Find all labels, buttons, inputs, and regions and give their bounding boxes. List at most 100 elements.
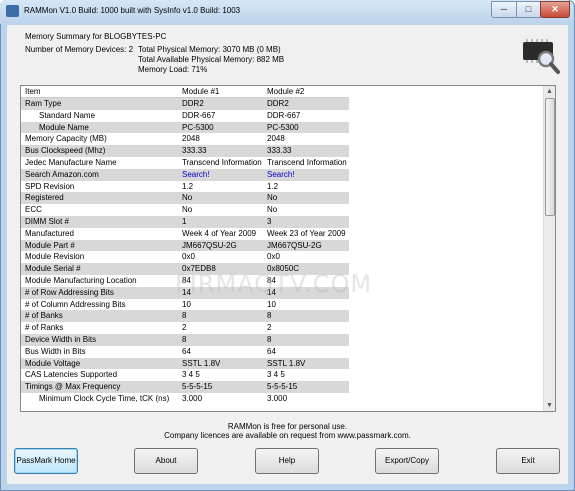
- module-1-value: 5-5-5-15: [182, 382, 213, 392]
- column-header-module-1[interactable]: Module #1: [182, 86, 267, 98]
- minimize-button[interactable]: ─: [491, 1, 517, 18]
- table-row[interactable]: Module Part # JM667QSU-2G JM667QSU-2G: [21, 239, 349, 252]
- maximize-button[interactable]: □: [516, 1, 541, 18]
- module-1-value: PC-5300: [182, 122, 214, 132]
- window-title: RAMMon V1.0 Build: 1000 built with SysIn…: [24, 6, 241, 15]
- module-2-value: SSTL 1.8V: [267, 358, 306, 368]
- module-2-value: No: [267, 205, 278, 215]
- row-item-label: # of Column Addressing Bits: [25, 299, 126, 309]
- summary-title: Memory Summary for BLOGBYTES-PC: [25, 32, 167, 41]
- table-row[interactable]: # of Banks 8 8: [21, 310, 349, 323]
- module-1-value: 8: [182, 335, 187, 344]
- module-2-value: 8: [267, 311, 272, 321]
- grid-header-row: Item Module #1 Module #2: [21, 86, 349, 98]
- passmark-home-button[interactable]: PassMark Home: [14, 448, 78, 474]
- row-item-label: Timings @ Max Frequency: [25, 382, 121, 392]
- summary-values: Total Physical Memory: 3070 MB (0 MB) To…: [138, 45, 284, 75]
- row-item-label: SPD Revision: [25, 181, 75, 191]
- module-1-value: JM667QSU-2G: [182, 240, 237, 250]
- search-link-module-2[interactable]: Search!: [267, 169, 352, 181]
- module-1-value: 2048: [182, 134, 200, 144]
- module-1-value: 1.2: [182, 181, 194, 191]
- table-row[interactable]: Module Revision 0x0 0x0: [21, 251, 349, 263]
- table-row[interactable]: Registered No No: [21, 192, 349, 205]
- row-item-label: Registered: [25, 193, 64, 203]
- row-item-label: Bus Clockspeed (Mhz): [25, 146, 106, 156]
- search-link-module-1[interactable]: Search!: [182, 169, 267, 181]
- memory-load: Memory Load: 71%: [138, 65, 208, 74]
- row-item-label: Memory Capacity (MB): [25, 134, 107, 144]
- row-item-label: Standard Name: [39, 110, 96, 120]
- table-row[interactable]: Search Amazon.com Search! Search!: [21, 168, 352, 181]
- row-item-label: Module Name: [39, 122, 89, 132]
- module-1-value: 3 4 5: [182, 370, 200, 380]
- module-2-value: 0x0: [267, 252, 280, 262]
- module-2-value: 333.33: [267, 146, 292, 156]
- table-row[interactable]: Module Name PC-5300 PC-5300: [21, 121, 349, 134]
- license-note: RAMMon is free for personal use.: [227, 422, 348, 431]
- table-row[interactable]: # of Column Addressing Bits 10 10: [21, 299, 349, 311]
- table-row[interactable]: Device Width in Bits 8 8: [21, 334, 349, 346]
- module-2-value: 5-5-5-15: [267, 382, 298, 392]
- column-header-item[interactable]: Item: [25, 86, 181, 98]
- table-row[interactable]: SPD Revision 1.2 1.2: [21, 181, 349, 193]
- column-header-module-2[interactable]: Module #2: [267, 86, 352, 98]
- module-2-value: JM667QSU-2G: [267, 240, 322, 250]
- scrollbar-thumb[interactable]: [545, 98, 555, 216]
- scroll-down-arrow-icon[interactable]: ▼: [544, 400, 555, 411]
- table-row[interactable]: # of Ranks 2 2: [21, 322, 349, 334]
- scroll-up-arrow-icon[interactable]: ▲: [544, 86, 555, 97]
- help-button[interactable]: Help: [255, 448, 319, 474]
- row-item-label: Bus Width in Bits: [25, 346, 86, 356]
- module-2-value: 3.000: [267, 394, 288, 403]
- close-button[interactable]: ✕: [540, 1, 570, 18]
- module-2-value: 8: [267, 335, 272, 344]
- module-1-value: 3.000: [182, 394, 203, 403]
- module-2-value: DDR2: [267, 99, 289, 108]
- module-1-value: DDR-667: [182, 110, 216, 120]
- row-item-label: # of Banks: [25, 311, 63, 321]
- module-2-value: 2048: [267, 134, 285, 144]
- table-row[interactable]: Memory Capacity (MB) 2048 2048: [21, 133, 349, 145]
- table-row[interactable]: Module Voltage SSTL 1.8V SSTL 1.8V: [21, 357, 349, 370]
- table-row[interactable]: Ram Type DDR2 DDR2: [21, 98, 349, 110]
- available-physical-memory: Total Available Physical Memory: 882 MB: [138, 55, 285, 64]
- module-2-value: 1.2: [267, 181, 279, 191]
- row-item-label: Module Serial #: [25, 264, 81, 274]
- module-2-value: 64: [267, 346, 276, 356]
- table-row[interactable]: DIMM Slot # 1 3: [21, 216, 349, 228]
- module-2-value: 10: [267, 299, 276, 309]
- table-row[interactable]: Jedec Manufacture Name Transcend Informat…: [21, 157, 349, 169]
- module-2-value: No: [267, 193, 278, 203]
- table-row[interactable]: CAS Latencies Supported 3 4 5 3 4 5: [21, 369, 349, 381]
- table-row[interactable]: Bus Width in Bits 64 64: [21, 346, 349, 358]
- module-2-value: 3 4 5: [267, 370, 285, 380]
- module-1-value: 64: [182, 346, 191, 356]
- row-item-label: Search Amazon.com: [25, 169, 99, 179]
- table-row[interactable]: ECC No No: [21, 204, 349, 216]
- table-row[interactable]: Standard Name DDR-667 DDR-667: [21, 110, 349, 122]
- about-button[interactable]: About: [134, 448, 198, 474]
- table-row[interactable]: Timings @ Max Frequency 5-5-5-15 5-5-5-15: [21, 381, 349, 393]
- export-copy-button[interactable]: Export/Copy: [375, 448, 439, 474]
- table-row[interactable]: Minimum Clock Cycle Time, tCK (ns) 3.000 3…: [21, 393, 349, 405]
- module-2-value: Week 23 of Year 2009: [267, 228, 346, 238]
- vertical-scrollbar[interactable]: ▲ ▼: [543, 86, 555, 411]
- module-2-value: DDR-667: [267, 110, 301, 120]
- device-count: Number of Memory Devices: 2: [25, 45, 134, 54]
- table-row[interactable]: Bus Clockspeed (Mhz) 333.33 333.33: [21, 145, 349, 157]
- row-item-label: Ram Type: [25, 99, 62, 108]
- grid-viewport[interactable]: Item Module #1 Module #2 Ram Type DDR2 DDR…: [21, 86, 543, 411]
- module-1-value: 10: [182, 299, 191, 309]
- exit-button[interactable]: Exit: [496, 448, 560, 474]
- module-1-value: No: [182, 205, 193, 215]
- module-1-value: 2: [182, 323, 187, 333]
- module-1-value: SSTL 1.8V: [182, 358, 221, 368]
- row-item-label: Module Revision: [25, 252, 85, 262]
- title-bar[interactable]: RAMMon V1.0 Build: 1000 built with SysIn…: [0, 0, 573, 24]
- company-license-note: Company licences are available on reques…: [164, 431, 411, 440]
- row-item-label: Manufactured: [25, 228, 74, 238]
- app-icon: [6, 5, 19, 17]
- table-row[interactable]: Manufactured Week 4 of Year 2009 Week 23 o…: [21, 228, 349, 240]
- row-item-label: Minimum Clock Cycle Time, tCK (ns): [39, 394, 170, 403]
